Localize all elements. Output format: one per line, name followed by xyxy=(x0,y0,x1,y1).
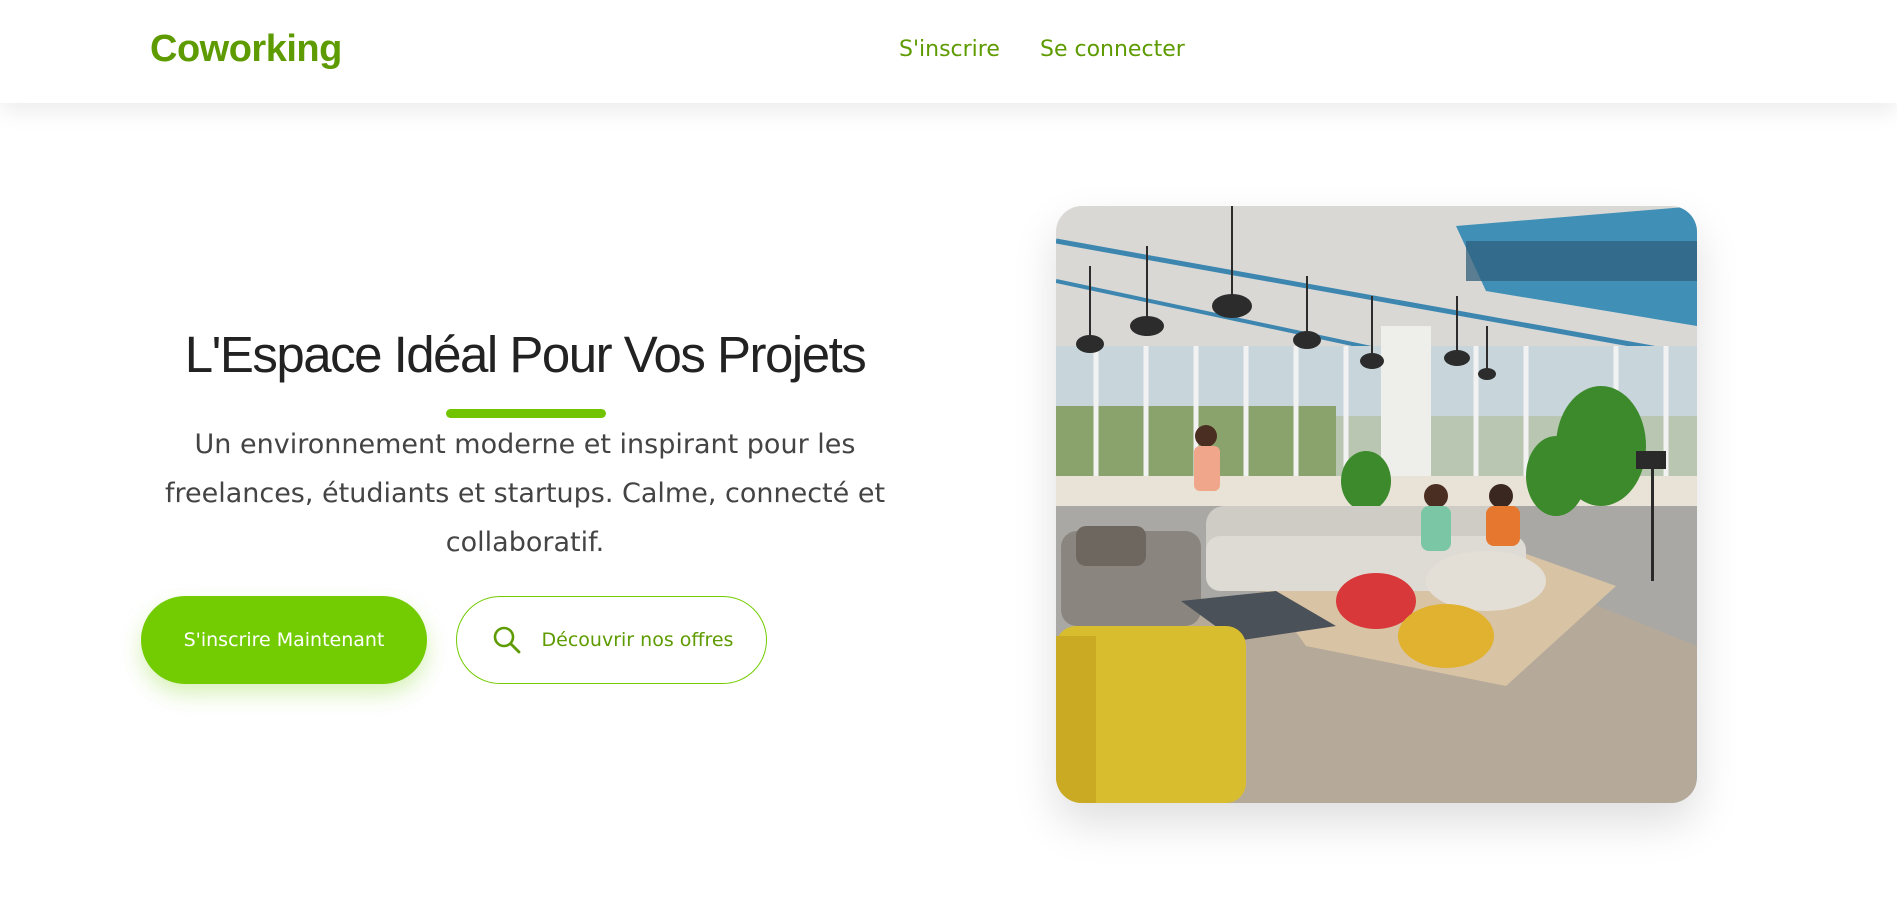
coworking-space-photo xyxy=(1056,206,1697,803)
discover-offers-button[interactable]: Découvrir nos offres xyxy=(456,596,767,684)
search-icon xyxy=(490,623,524,657)
nav-signup-link[interactable]: S'inscrire xyxy=(899,37,1000,62)
title-underline xyxy=(446,409,606,418)
signup-now-button[interactable]: S'inscrire Maintenant xyxy=(141,596,427,684)
hero-title: L'Espace Idéal Pour Vos Projets xyxy=(184,326,867,383)
nav-login-link[interactable]: Se connecter xyxy=(1040,37,1185,62)
top-navbar: Coworking S'inscrire Se connecter xyxy=(0,0,1897,103)
signup-now-label: S'inscrire Maintenant xyxy=(183,629,385,651)
hero-subtitle: Un environnement moderne et inspirant po… xyxy=(164,429,886,558)
brand-logo[interactable]: Coworking xyxy=(150,28,342,71)
discover-offers-label: Découvrir nos offres xyxy=(541,629,734,651)
